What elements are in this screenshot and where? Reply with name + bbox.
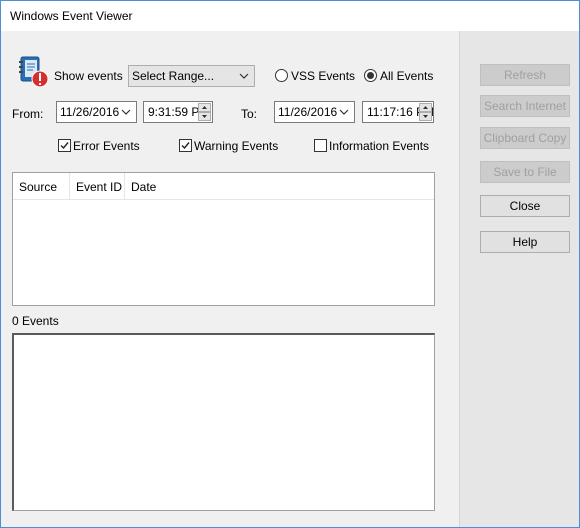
- events-table-header: Source Event ID Date: [13, 173, 434, 200]
- search-internet-button[interactable]: Search Internet: [480, 95, 570, 117]
- all-events-radio[interactable]: [364, 69, 377, 82]
- show-events-label: Show events: [54, 69, 123, 83]
- column-header-source[interactable]: Source: [13, 173, 70, 200]
- to-time-spin-buttons: [419, 103, 432, 121]
- checkmark-icon: [181, 142, 190, 150]
- to-date-value: 11/26/2016: [278, 105, 338, 119]
- range-select-value: Select Range...: [132, 69, 215, 83]
- event-log-error-icon: [19, 56, 49, 88]
- chevron-down-icon: [239, 73, 249, 79]
- event-viewer-window: Windows Event Viewer Show events Select …: [0, 0, 580, 528]
- from-date-value: 11/26/2016: [60, 105, 120, 119]
- to-time-spinner[interactable]: 11:17:16 PM: [362, 101, 434, 123]
- error-events-checkbox[interactable]: [58, 139, 71, 152]
- refresh-button[interactable]: Refresh: [480, 64, 570, 86]
- error-events-label[interactable]: Error Events: [73, 139, 140, 153]
- events-table[interactable]: Source Event ID Date: [12, 172, 435, 306]
- event-details-textbox[interactable]: [12, 333, 435, 511]
- radio-selected-dot: [367, 72, 374, 79]
- vss-events-radio[interactable]: [275, 69, 288, 82]
- information-events-checkbox[interactable]: [314, 139, 327, 152]
- vss-events-label[interactable]: VSS Events: [291, 69, 355, 83]
- spin-down-icon[interactable]: [419, 112, 432, 121]
- to-date-picker[interactable]: 11/26/2016: [274, 101, 355, 123]
- clipboard-copy-button[interactable]: Clipboard Copy: [480, 127, 570, 149]
- information-events-label[interactable]: Information Events: [329, 139, 429, 153]
- close-button[interactable]: Close: [480, 195, 570, 217]
- range-select[interactable]: Select Range...: [128, 65, 255, 87]
- checkmark-icon: [60, 142, 69, 150]
- window-title: Windows Event Viewer: [10, 9, 133, 23]
- spin-up-icon[interactable]: [198, 103, 211, 112]
- column-header-event-id[interactable]: Event ID: [70, 173, 125, 200]
- to-label: To:: [241, 107, 258, 121]
- save-to-file-button[interactable]: Save to File: [480, 161, 570, 183]
- warning-events-label[interactable]: Warning Events: [194, 139, 278, 153]
- chevron-down-icon: [121, 109, 131, 115]
- from-time-spinner[interactable]: 9:31:59 PM: [143, 101, 213, 123]
- event-count-label: 0 Events: [12, 314, 59, 328]
- all-events-label[interactable]: All Events: [380, 69, 433, 83]
- warning-events-checkbox[interactable]: [179, 139, 192, 152]
- column-header-date[interactable]: Date: [125, 173, 434, 200]
- spin-up-icon[interactable]: [419, 103, 432, 112]
- from-date-picker[interactable]: 11/26/2016: [56, 101, 137, 123]
- action-button-panel: Refresh Search Internet Clipboard Copy S…: [459, 31, 579, 527]
- chevron-down-icon: [339, 109, 349, 115]
- help-button[interactable]: Help: [480, 231, 570, 253]
- from-label: From:: [12, 107, 44, 121]
- title-bar[interactable]: Windows Event Viewer: [1, 1, 579, 31]
- from-time-spin-buttons: [198, 103, 211, 121]
- dialog-client-area: Show events Select Range... VSS Events A…: [1, 31, 579, 527]
- spin-down-icon[interactable]: [198, 112, 211, 121]
